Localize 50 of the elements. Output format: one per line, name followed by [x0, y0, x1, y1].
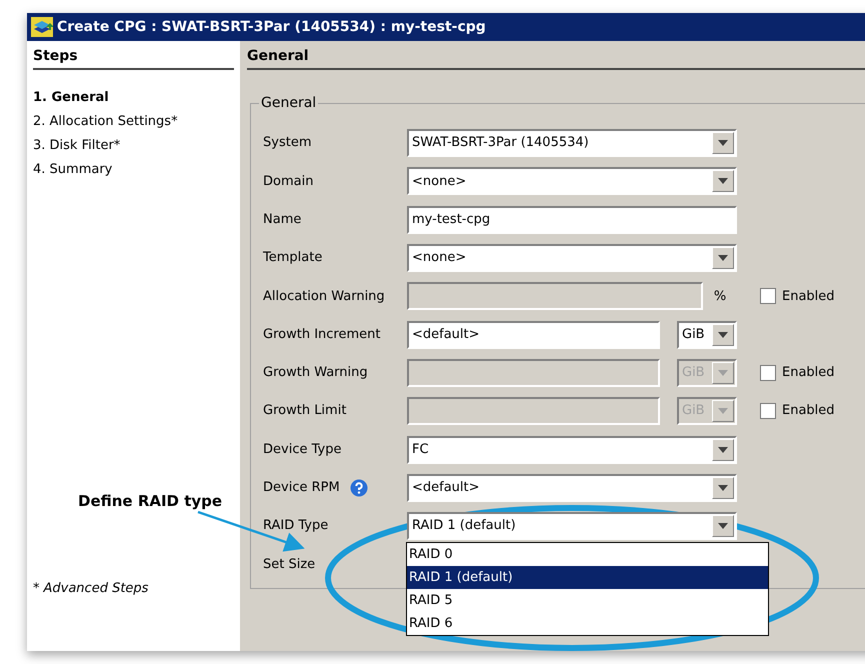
unit-dropdown[interactable]: GiB — [677, 320, 737, 349]
field-label: Name — [263, 210, 302, 229]
dropdown-field[interactable]: <none> — [407, 244, 737, 272]
dropdown-field[interactable]: FC — [407, 436, 737, 464]
text-field[interactable]: my-test-cpg — [407, 206, 737, 234]
dropdown-field[interactable]: SWAT-BSRT-3Par (1405534) — [407, 129, 737, 158]
help-icon[interactable] — [350, 478, 368, 497]
dropdown-option[interactable]: RAID 5 — [407, 589, 768, 612]
field-label: Allocation Warning — [263, 288, 385, 306]
checkbox-label: Enabled — [782, 402, 835, 420]
text-field[interactable]: <default> — [407, 320, 660, 349]
field-label: Device Type — [263, 440, 342, 459]
panel-heading: General — [247, 46, 865, 70]
checkbox-label: Enabled — [782, 288, 835, 306]
step-item[interactable]: 4. Summary — [33, 158, 234, 182]
unit-label: % — [712, 288, 728, 306]
dropdown-arrow-icon — [718, 484, 728, 491]
dropdown-arrow-icon — [718, 446, 728, 453]
field-label: Set Size — [263, 556, 316, 574]
annotation-text: Define RAID type — [78, 491, 222, 512]
footnote-mark: * — [33, 580, 40, 598]
dropdown-option[interactable]: RAID 1 (default) — [407, 566, 768, 590]
field-label: Growth Limit — [263, 402, 346, 420]
dropdown-arrow-icon — [718, 523, 728, 530]
footnote-text: Advanced Steps — [44, 580, 148, 598]
dropdown-arrow-icon — [718, 408, 728, 414]
dropdown-arrow-icon — [718, 332, 728, 338]
field-label: Domain — [263, 172, 314, 191]
step-item[interactable]: 2. Allocation Settings* — [33, 110, 234, 134]
field-label: Growth Warning — [263, 364, 368, 382]
field-label: System — [263, 134, 312, 152]
dropdown-arrow-icon — [718, 370, 728, 376]
checkbox-label: Enabled — [782, 364, 835, 382]
steps-heading: Steps — [33, 46, 234, 70]
dropdown-field[interactable]: <default> — [407, 474, 737, 502]
dropdown-arrow-icon — [718, 178, 728, 184]
app-icon — [31, 17, 53, 37]
dropdown-option[interactable]: RAID 0 — [407, 543, 768, 566]
step-item[interactable]: 1. General — [33, 86, 234, 110]
dropdown-arrow-icon — [718, 140, 728, 146]
field-label: Growth Increment — [263, 326, 380, 344]
field-label: Device RPM — [263, 479, 340, 498]
field-label: Template — [263, 249, 322, 268]
step-item[interactable]: 3. Disk Filter* — [33, 134, 234, 158]
group-legend: General — [259, 96, 318, 110]
dropdown-arrow-icon — [718, 255, 728, 262]
field-label: RAID Type — [263, 517, 328, 536]
dropdown-option[interactable]: RAID 6 — [407, 612, 768, 636]
window-title: Create CPG : SWAT-BSRT-3Par (1405534) : my-test-cpg — [57, 18, 486, 36]
dropdown-field[interactable]: <none> — [407, 167, 737, 196]
